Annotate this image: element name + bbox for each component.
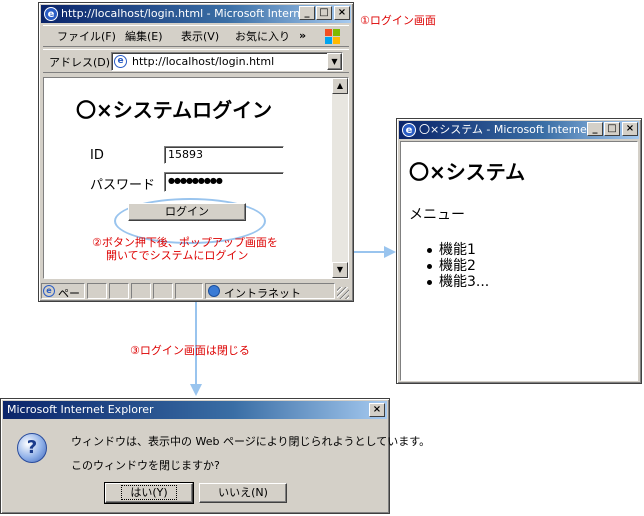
address-bar: アドレス(D) e http://localhost/login.html ▼ bbox=[43, 49, 349, 73]
vertical-scrollbar[interactable]: ▲ ▼ bbox=[332, 78, 348, 278]
popup-minimize-button[interactable]: _ bbox=[587, 122, 603, 136]
intranet-icon bbox=[208, 285, 220, 297]
login-heading: 〇×システムログイン bbox=[76, 98, 273, 122]
status-zone-cell: イントラネット bbox=[205, 283, 335, 300]
popup-feature-item-2[interactable]: 機能2 bbox=[409, 258, 489, 274]
popup-maximize-button[interactable]: □ bbox=[604, 122, 620, 136]
dialog-close-glyph: × bbox=[372, 404, 382, 415]
question-icon: ? bbox=[17, 433, 47, 463]
maximize-button[interactable]: □ bbox=[316, 6, 332, 20]
popup-content: 〇×システム メニュー 機能1 機能2 機能3... bbox=[400, 141, 638, 381]
no-button-label: いいえ(N) bbox=[218, 486, 268, 499]
annotation-step1: ①ログイン画面 bbox=[360, 14, 436, 27]
popup-feature-list: 機能1 機能2 機能3... bbox=[409, 242, 489, 290]
status-cell-4 bbox=[153, 283, 173, 299]
menu-bar: ファイル(F) 編集(E) 表示(V) お気に入り » bbox=[43, 25, 349, 47]
status-cell-1 bbox=[87, 283, 107, 299]
password-input[interactable]: ●●●●●●●●● bbox=[164, 172, 284, 192]
login-button-label: ログイン bbox=[165, 205, 209, 218]
scroll-up-arrow[interactable]: ▲ bbox=[332, 78, 348, 94]
menu-chevron[interactable]: » bbox=[299, 27, 306, 45]
dialog-titlebar[interactable]: Microsoft Internet Explorer bbox=[3, 401, 387, 419]
browser-title: http://localhost/login.html - Microsoft … bbox=[61, 7, 311, 20]
dialog-title: Microsoft Internet Explorer bbox=[7, 403, 154, 416]
close-button[interactable]: × bbox=[334, 6, 350, 20]
address-field[interactable]: e http://localhost/login.html ▼ bbox=[111, 52, 343, 71]
minimize-button[interactable]: _ bbox=[299, 6, 315, 20]
status-cell-3 bbox=[131, 283, 151, 299]
annotation-step2: ②ボタン押下後、ポップアップ画面を 開いてでシステムにログイン bbox=[92, 236, 278, 262]
id-label: ID bbox=[90, 148, 104, 163]
annotation-step2-line1: ②ボタン押下後、ポップアップ画面を bbox=[92, 236, 278, 249]
annotation-step3: ③ログイン画面は閉じる bbox=[130, 344, 250, 357]
popup-feature-item-3[interactable]: 機能3... bbox=[409, 274, 489, 290]
status-cell-2 bbox=[109, 283, 129, 299]
ie-icon: e bbox=[44, 7, 58, 21]
yes-button-label: はい(Y) bbox=[121, 485, 177, 500]
password-input-value: ●●●●●●●●● bbox=[168, 176, 223, 185]
confirm-dialog: Microsoft Internet Explorer × ? ウィンドウは、表… bbox=[0, 398, 430, 514]
dialog-close-button[interactable]: × bbox=[369, 403, 385, 417]
dialog-message-line1: ウィンドウは、表示中の Web ページにより閉じられようとしています。 bbox=[71, 435, 431, 448]
status-cell-5 bbox=[175, 283, 203, 299]
password-label: パスワード bbox=[90, 178, 156, 193]
address-label: アドレス(D) bbox=[49, 56, 111, 69]
scroll-down-arrow[interactable]: ▼ bbox=[332, 262, 348, 278]
popup-window: e 〇×システム - Microsoft Interne... _ □ × 〇×… bbox=[396, 118, 642, 384]
menu-view[interactable]: 表示(V) bbox=[181, 28, 219, 46]
popup-feature-item-1[interactable]: 機能1 bbox=[409, 242, 489, 258]
menu-edit[interactable]: 編集(E) bbox=[125, 28, 163, 46]
windows-logo-icon bbox=[325, 29, 341, 45]
popup-heading: 〇×システム bbox=[409, 160, 526, 184]
page-icon: e bbox=[114, 55, 127, 68]
popup-titlebar[interactable]: e 〇×システム - Microsoft Interne... bbox=[399, 121, 639, 139]
question-glyph: ? bbox=[26, 437, 38, 458]
dialog-message-line2: このウィンドウを閉じますか? bbox=[71, 459, 220, 472]
arrow-to-dialog-head bbox=[190, 384, 202, 396]
arrow-to-popup-head bbox=[384, 246, 396, 258]
popup-close-button[interactable]: × bbox=[622, 122, 638, 136]
address-dropdown-button[interactable]: ▼ bbox=[327, 53, 342, 70]
popup-title: 〇×システム - Microsoft Interne... bbox=[419, 123, 598, 136]
menu-file[interactable]: ファイル(F) bbox=[57, 28, 116, 46]
address-value: http://localhost/login.html bbox=[132, 55, 275, 68]
id-input[interactable]: 15893 bbox=[164, 146, 284, 164]
yes-button[interactable]: はい(Y) bbox=[104, 482, 194, 504]
popup-menu-label: メニュー bbox=[409, 207, 465, 223]
annotation-step2-line2: 開いてでシステムにログイン bbox=[106, 249, 249, 262]
status-page-icon: e bbox=[43, 285, 55, 297]
resize-grip-icon[interactable] bbox=[337, 287, 349, 299]
popup-ie-icon: e bbox=[402, 123, 416, 137]
status-text: ペー bbox=[58, 287, 80, 300]
login-button[interactable]: ログイン bbox=[128, 203, 246, 221]
id-input-value: 15893 bbox=[168, 148, 203, 161]
status-zone: イントラネット bbox=[224, 287, 301, 300]
status-bar: e ペー イントラネット bbox=[41, 281, 351, 301]
no-button[interactable]: いいえ(N) bbox=[199, 483, 287, 503]
menu-favorites[interactable]: お気に入り bbox=[235, 28, 290, 46]
status-text-cell: e ペー bbox=[41, 283, 85, 300]
